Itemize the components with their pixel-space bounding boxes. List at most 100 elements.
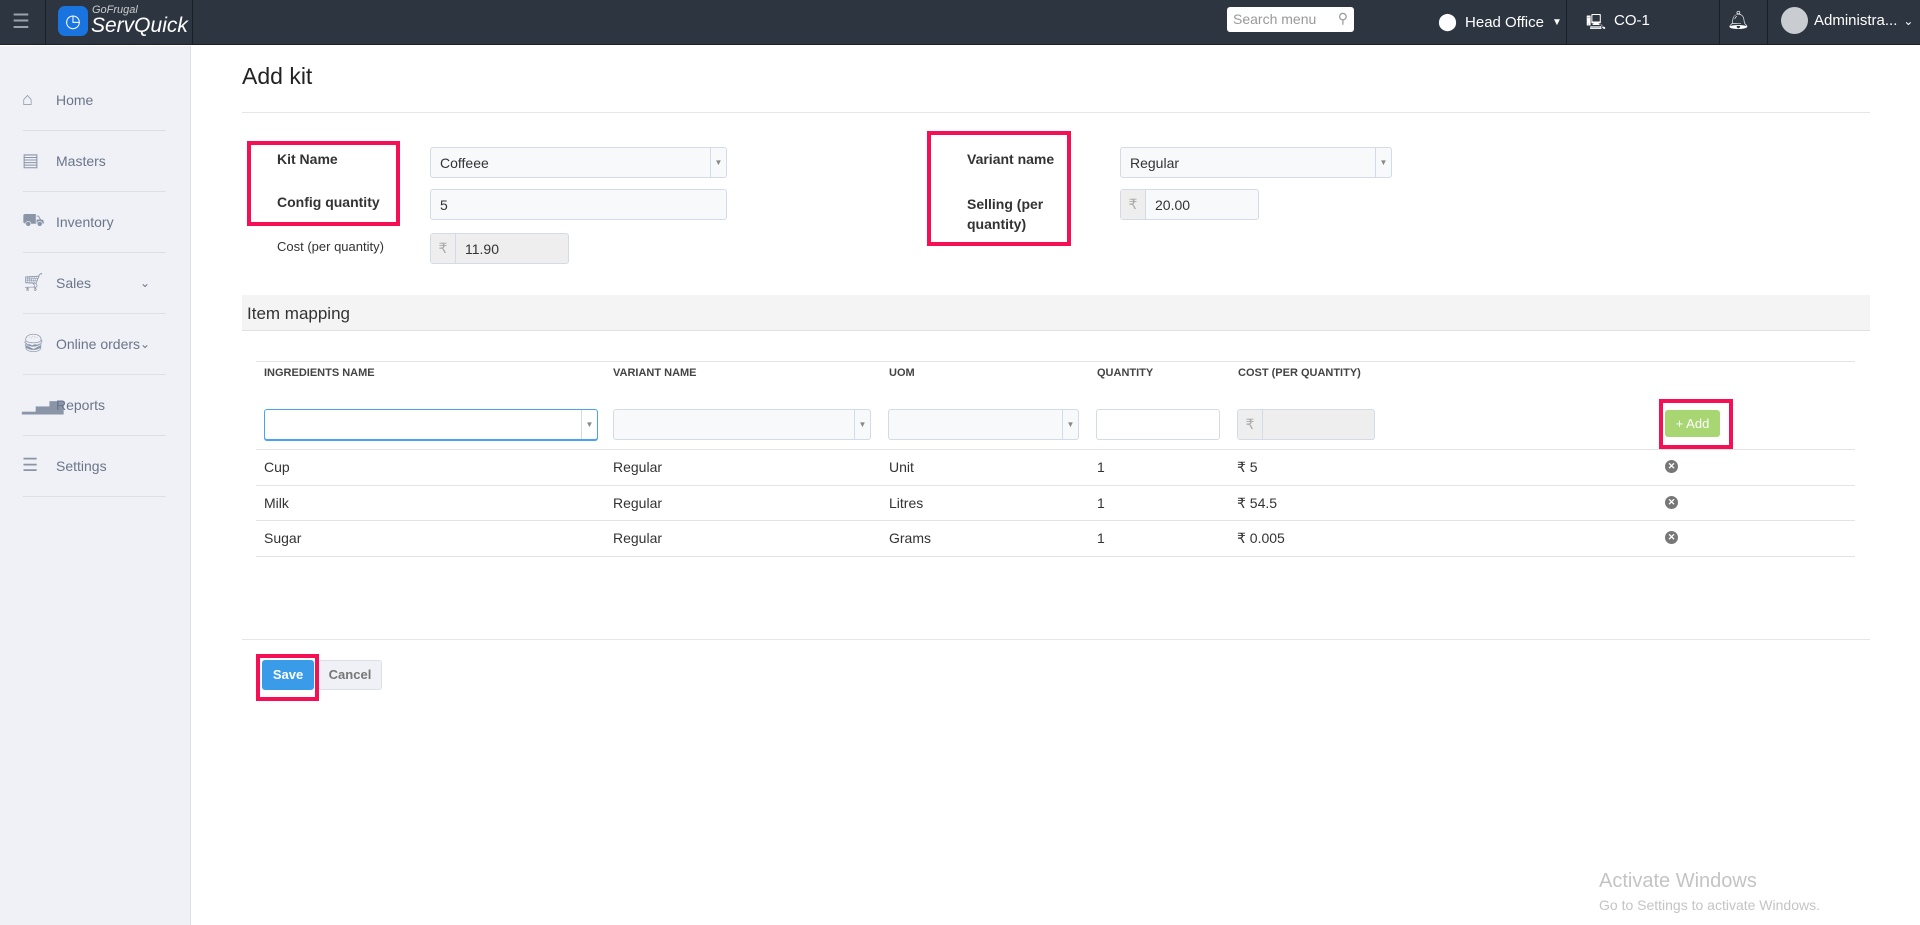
page-title: Add kit: [242, 63, 313, 89]
quantity-input[interactable]: [1096, 409, 1220, 440]
quantity: 1: [1097, 530, 1105, 546]
activate-windows-title: Activate Windows: [1599, 870, 1757, 892]
variant-value: Regular: [1130, 154, 1180, 171]
location-label: Head Office: [1465, 13, 1544, 31]
item-mapping-title: Item mapping: [247, 304, 350, 323]
variant-name: Regular: [613, 459, 663, 475]
caret-down-icon: ▼: [710, 148, 726, 177]
sidebar: ⌂ Home ▤ Masters ⛟ Inventory 🛒︎ Sales ⌄ 🍔︎ Onl…: [0, 46, 191, 925]
location-pin-icon: ⬤: [1438, 12, 1458, 31]
sidebar-item-label: Online orders: [56, 335, 141, 352]
home-icon: ⌂: [22, 89, 33, 109]
logo-icon: ◷: [58, 6, 88, 36]
remove-icon[interactable]: ✕: [1665, 496, 1678, 509]
sidebar-item-online-orders[interactable]: 🍔︎ Online orders ⌄: [22, 313, 165, 374]
caret-down-icon: ▼: [1551, 16, 1562, 28]
kit-name-select[interactable]: Coffeee ▼: [430, 147, 727, 178]
sidebar-item-label: Sales: [56, 274, 92, 291]
top-bar: ☰ ◷ GoFrugal ServQuick Search menu ⚲ ⬤ H…: [0, 0, 1920, 45]
config-quantity-input[interactable]: 5: [430, 189, 727, 220]
highlight-box: [256, 654, 319, 701]
cart-icon: 🛒︎: [22, 272, 45, 292]
divider: [242, 112, 1870, 113]
selling-input[interactable]: ₹20.00: [1120, 189, 1259, 220]
ingredient-name: Milk: [264, 495, 289, 511]
variant-name-select[interactable]: Regular ▼: [1120, 147, 1392, 178]
rupee-icon: ₹: [1238, 410, 1263, 439]
uom-select[interactable]: ▼: [888, 409, 1079, 440]
masters-icon: ▤: [22, 150, 40, 170]
sidebar-item-reports[interactable]: ▁▃▅ Reports: [22, 374, 165, 435]
cost-per-quantity-input: ₹: [1237, 409, 1375, 440]
item-mapping-header: Item mapping: [242, 295, 1870, 331]
chevron-down-icon: ⌄: [1903, 13, 1914, 28]
column-header: INGREDIENTS NAME: [264, 367, 375, 379]
bell-icon[interactable]: 🔔︎: [1727, 10, 1750, 31]
search-icon[interactable]: ⚲: [1338, 10, 1348, 27]
cost-value: 11.90: [465, 240, 499, 257]
uom: Grams: [889, 530, 931, 546]
cancel-button[interactable]: Cancel: [318, 660, 382, 690]
caret-down-icon: ▼: [1062, 410, 1078, 439]
sidebar-item-label: Settings: [56, 457, 107, 474]
column-header: VARIANT NAME: [613, 367, 697, 379]
column-header: UOM: [889, 367, 915, 379]
column-header: QUANTITY: [1097, 367, 1154, 379]
counter-label: CO-1: [1614, 12, 1650, 29]
sidebar-item-settings[interactable]: ☰ Settings: [22, 435, 165, 496]
ingredient-select[interactable]: ▼: [264, 409, 598, 440]
footer-divider: [242, 639, 1870, 640]
user-menu[interactable]: Administra... ⌄: [1781, 7, 1913, 34]
computer-icon: 🖳: [1586, 14, 1607, 31]
rupee-icon: ₹: [1121, 190, 1146, 219]
caret-down-icon: ▼: [581, 410, 597, 439]
highlight-box: [247, 141, 400, 226]
sliders-icon: ☰: [22, 455, 39, 475]
counter-selector[interactable]: 🖳 CO-1: [1586, 12, 1650, 37]
trolley-icon: ⛟: [22, 209, 45, 230]
uom: Unit: [889, 459, 914, 475]
activate-windows-subtitle: Go to Settings to activate Windows.: [1599, 897, 1820, 913]
quantity: 1: [1097, 459, 1105, 475]
rupee-icon: ₹: [431, 234, 456, 263]
caret-down-icon: ▼: [854, 410, 870, 439]
food-icon: 🍔︎: [22, 333, 45, 353]
variant-name: Regular: [613, 495, 663, 511]
caret-down-icon: ▼: [1375, 148, 1391, 177]
ingredient-name: Cup: [264, 459, 290, 475]
uom: Litres: [889, 495, 924, 511]
column-header: COST (PER QUANTITY): [1238, 367, 1361, 379]
sidebar-item-label: Masters: [56, 152, 106, 169]
cost-label: Cost (per quantity): [277, 239, 384, 254]
bar-chart-icon: ▁▃▅: [22, 394, 64, 414]
cost-input: ₹11.90: [430, 233, 569, 264]
search-input[interactable]: Search menu ⚲: [1227, 7, 1354, 32]
remove-icon[interactable]: ✕: [1665, 460, 1678, 473]
menu-toggle-icon[interactable]: ☰: [12, 12, 32, 32]
sidebar-item-masters[interactable]: ▤ Masters: [22, 130, 165, 191]
quantity: 1: [1097, 495, 1105, 511]
avatar: [1781, 7, 1808, 34]
sidebar-item-label: Inventory: [56, 213, 114, 230]
chevron-down-icon: ⌄: [140, 336, 151, 351]
highlight-box: [1659, 399, 1733, 449]
cost: ₹ 5: [1237, 459, 1258, 475]
cost: ₹ 54.5: [1237, 495, 1278, 511]
variant-select[interactable]: ▼: [613, 409, 871, 440]
location-selector[interactable]: ⬤ Head Office ▼: [1438, 12, 1562, 32]
sidebar-item-home[interactable]: ⌂ Home: [22, 69, 165, 130]
ingredient-name: Sugar: [264, 530, 302, 546]
cost: ₹ 0.005: [1237, 530, 1285, 546]
sidebar-item-inventory[interactable]: ⛟ Inventory: [22, 191, 165, 252]
remove-icon[interactable]: ✕: [1665, 531, 1678, 544]
sidebar-item-sales[interactable]: 🛒︎ Sales ⌄: [22, 252, 165, 313]
config-quantity-value: 5: [440, 196, 448, 213]
highlight-box: [927, 131, 1071, 246]
sidebar-item-label: Home: [56, 91, 94, 108]
kit-name-value: Coffeee: [440, 154, 489, 171]
brand-name: ServQuick: [91, 14, 188, 37]
user-name: Administra...: [1814, 12, 1898, 29]
variant-name: Regular: [613, 530, 663, 546]
sidebar-item-label: Reports: [56, 396, 106, 413]
chevron-down-icon: ⌄: [140, 275, 151, 290]
